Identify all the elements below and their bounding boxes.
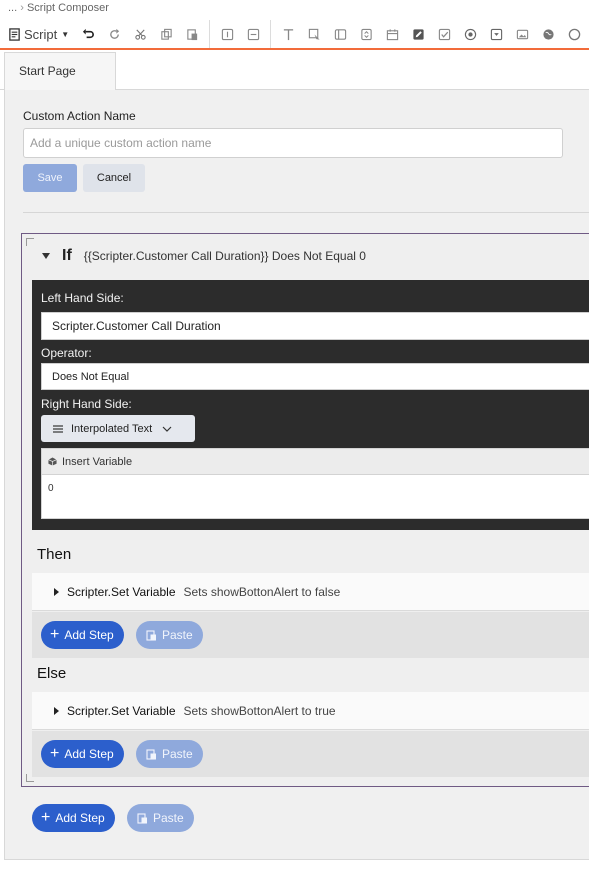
expand-caret-icon[interactable]: [54, 706, 59, 715]
paste-icon: [146, 629, 156, 641]
if-condition-summary: {{Scripter.Customer Call Duration}} Does…: [83, 249, 366, 263]
number-icon[interactable]: [353, 20, 379, 48]
add-step-label: Add Step: [64, 628, 114, 642]
breadcrumb-separator: ›: [20, 2, 27, 14]
else-actions-bar: + Add Step Paste: [32, 731, 589, 777]
value-mode-label: Interpolated Text: [71, 422, 153, 435]
more-icon[interactable]: [561, 20, 587, 48]
breadcrumb-prefix[interactable]: ...: [8, 2, 17, 14]
tab-start-page[interactable]: Start Page: [4, 52, 116, 90]
tab-bar: Start Page: [0, 52, 589, 90]
then-add-step-button[interactable]: + Add Step: [41, 621, 124, 649]
plus-icon: +: [50, 626, 60, 643]
text-icon[interactable]: [275, 20, 301, 48]
left-hand-side-label: Left Hand Side:: [41, 291, 124, 305]
divider: [23, 212, 589, 213]
plus-icon: +: [41, 809, 51, 826]
checkbox-icon[interactable]: [431, 20, 457, 48]
chevron-down-icon: ▼: [61, 29, 70, 39]
expand-caret-icon[interactable]: [54, 587, 59, 596]
cut-icon[interactable]: [127, 20, 153, 48]
right-hand-side-input[interactable]: 0: [41, 475, 589, 519]
then-step-row[interactable]: Scripter.Set Variable Sets showBottonAle…: [32, 573, 589, 611]
menu-lines-icon: [53, 424, 63, 433]
text-input-icon[interactable]: [214, 20, 240, 48]
paste-button[interactable]: Paste: [127, 804, 194, 832]
chevron-down-icon: [162, 426, 172, 432]
paste-label: Paste: [162, 628, 193, 642]
breadcrumb-current: Script Composer: [26, 2, 109, 14]
script-menu-button[interactable]: Script ▼: [0, 20, 75, 48]
step-description: Sets showBottonAlert to false: [183, 584, 341, 599]
insert-variable-label: Insert Variable: [62, 455, 133, 468]
custom-action-editor: Custom Action Name Save Cancel If {{Scri…: [4, 90, 589, 860]
copy-icon[interactable]: [153, 20, 179, 48]
cancel-button[interactable]: Cancel: [83, 164, 145, 192]
date-icon[interactable]: [379, 20, 405, 48]
edit-icon[interactable]: [405, 20, 431, 48]
toolbar-divider: [209, 20, 211, 48]
dropdown-icon[interactable]: [483, 20, 509, 48]
link-icon[interactable]: [301, 20, 327, 48]
else-paste-button[interactable]: Paste: [136, 740, 203, 768]
toolbar-divider: [270, 20, 272, 48]
insert-variable-button[interactable]: Insert Variable: [41, 448, 589, 475]
paste-label: Paste: [162, 747, 193, 761]
redo-icon[interactable]: [101, 20, 127, 48]
step-description: Sets showBottonAlert to true: [183, 703, 336, 718]
then-actions-bar: + Add Step Paste: [32, 612, 589, 658]
breadcrumb: ... › Script Composer: [0, 0, 589, 20]
condition-editor: Left Hand Side: Scripter.Customer Call D…: [32, 280, 589, 530]
variable-cube-icon: [48, 457, 57, 466]
paste-icon[interactable]: [179, 20, 205, 48]
paste-icon: [137, 812, 147, 824]
undo-icon[interactable]: [75, 20, 101, 48]
script-menu-label: Script: [24, 26, 58, 42]
left-hand-side-input[interactable]: Scripter.Customer Call Duration: [41, 312, 589, 340]
toolbar: Script ▼: [0, 20, 589, 50]
collapse-caret-icon[interactable]: [42, 253, 50, 259]
then-label: Then: [37, 546, 72, 563]
script-icon: [9, 27, 20, 41]
if-keyword: If: [62, 247, 72, 264]
paste-icon: [146, 748, 156, 760]
else-add-step-button[interactable]: + Add Step: [41, 740, 124, 768]
operator-select[interactable]: Does Not Equal: [41, 363, 589, 390]
else-step-row[interactable]: Scripter.Set Variable Sets showBottonAle…: [32, 692, 589, 730]
custom-action-name-label: Custom Action Name: [23, 109, 136, 123]
add-step-label: Add Step: [55, 811, 105, 825]
add-step-button[interactable]: + Add Step: [32, 804, 115, 832]
right-hand-side-label: Right Hand Side:: [41, 397, 132, 411]
step-name: Scripter.Set Variable: [67, 703, 176, 718]
if-step-block: If {{Scripter.Customer Call Duration}} D…: [21, 233, 589, 787]
if-step-header[interactable]: If {{Scripter.Customer Call Duration}} D…: [42, 246, 366, 266]
radio-icon[interactable]: [457, 20, 483, 48]
text-area-icon[interactable]: [240, 20, 266, 48]
web-icon[interactable]: [535, 20, 561, 48]
save-button[interactable]: Save: [23, 164, 77, 192]
else-label: Else: [37, 665, 67, 682]
paste-label: Paste: [153, 811, 184, 825]
step-name: Scripter.Set Variable: [67, 584, 176, 599]
plus-icon: +: [50, 745, 60, 762]
value-mode-dropdown[interactable]: Interpolated Text: [41, 415, 195, 442]
add-step-label: Add Step: [64, 747, 114, 761]
custom-action-name-input[interactable]: [23, 128, 563, 158]
drag-corner-icon: [26, 238, 34, 246]
image-icon[interactable]: [509, 20, 535, 48]
operator-label: Operator:: [41, 346, 92, 360]
then-paste-button[interactable]: Paste: [136, 621, 203, 649]
panel-icon[interactable]: [327, 20, 353, 48]
